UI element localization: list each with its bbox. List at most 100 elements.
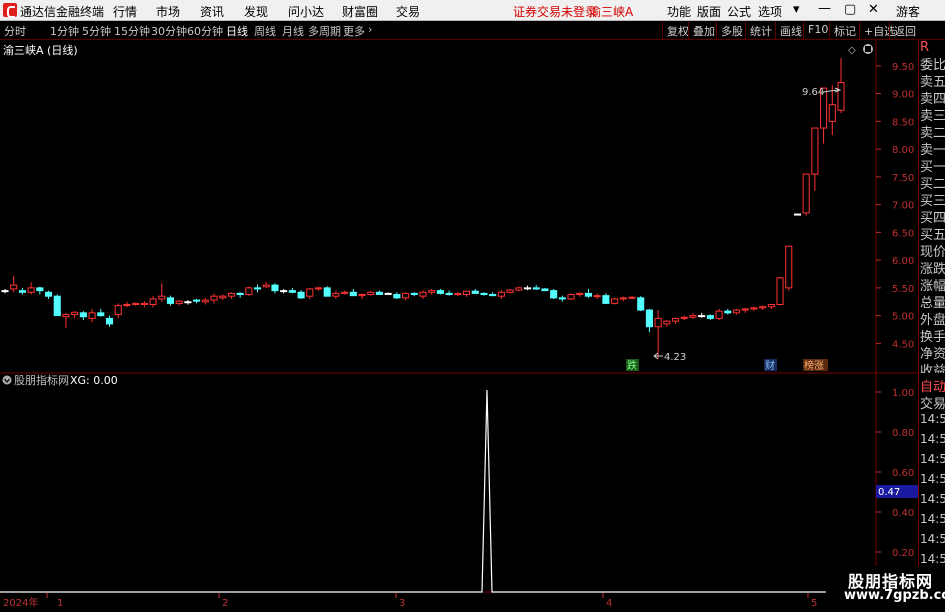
- candle-body[interactable]: [689, 315, 697, 318]
- candle-body[interactable]: [10, 284, 18, 290]
- candle-body[interactable]: [1, 290, 9, 293]
- candle-body[interactable]: [88, 312, 96, 319]
- candle-body[interactable]: [53, 295, 61, 317]
- candle-body[interactable]: [27, 287, 35, 293]
- candle-body[interactable]: [18, 290, 26, 293]
- candle-body[interactable]: [236, 292, 244, 296]
- candle-body[interactable]: [724, 310, 732, 314]
- candle-body[interactable]: [306, 288, 314, 297]
- candle-body[interactable]: [558, 297, 566, 300]
- candle-body[interactable]: [262, 284, 270, 288]
- candle-body[interactable]: [506, 289, 514, 293]
- candle-body[interactable]: [759, 306, 767, 309]
- candle-body[interactable]: [706, 315, 714, 319]
- candle-body[interactable]: [828, 104, 836, 122]
- menu-faxian[interactable]: 发现: [244, 3, 268, 20]
- candle-body[interactable]: [698, 315, 706, 318]
- candle-body[interactable]: [97, 312, 105, 317]
- candle-body[interactable]: [567, 294, 575, 300]
- candle-body[interactable]: [785, 245, 793, 289]
- diamond-icon[interactable]: ◇: [848, 45, 856, 56]
- candle-body[interactable]: [71, 311, 79, 315]
- menu-wenxiaoda[interactable]: 问小达: [288, 3, 324, 20]
- candle-body[interactable]: [280, 290, 288, 293]
- candle-body[interactable]: [36, 287, 44, 292]
- candle-body[interactable]: [680, 316, 688, 319]
- candle-body[interactable]: [611, 298, 619, 304]
- candle-body[interactable]: [436, 290, 444, 294]
- candle-body[interactable]: [750, 307, 758, 310]
- candle-body[interactable]: [515, 287, 523, 291]
- candle-body[interactable]: [454, 292, 462, 296]
- candle-body[interactable]: [367, 291, 375, 296]
- candle-body[interactable]: [201, 299, 209, 303]
- candle-body[interactable]: [715, 310, 723, 319]
- marker-die[interactable]: 跌: [627, 359, 637, 372]
- candle-body[interactable]: [123, 304, 131, 307]
- candle-body[interactable]: [332, 292, 340, 297]
- candle-body[interactable]: [802, 173, 810, 214]
- candle-body[interactable]: [523, 287, 532, 290]
- candle-body[interactable]: [471, 290, 479, 294]
- candle-body[interactable]: [732, 309, 741, 314]
- menu-hangqing[interactable]: 行情: [113, 3, 137, 20]
- period-5min[interactable]: 5分钟: [82, 23, 111, 39]
- marker-cai[interactable]: 财: [765, 359, 775, 372]
- candle-body[interactable]: [489, 294, 497, 297]
- candle-body[interactable]: [663, 320, 671, 325]
- candle-body[interactable]: [654, 317, 662, 328]
- candle-body[interactable]: [628, 296, 636, 299]
- candle-body[interactable]: [349, 291, 357, 297]
- menu-jiaoyi[interactable]: 交易: [396, 3, 420, 20]
- candle-body[interactable]: [245, 287, 253, 296]
- btn-biaoji[interactable]: 标记: [829, 22, 860, 39]
- candle-body[interactable]: [79, 312, 87, 318]
- period-monthly[interactable]: 月线: [282, 23, 304, 39]
- settings-icon[interactable]: [863, 44, 873, 54]
- btn-huaxian[interactable]: 画线: [775, 22, 806, 39]
- kline-svg[interactable]: 渝三峡A (日线) ◇ 9.50 9.00 8.50 8.00 7.50 7.00 6.50…: [0, 40, 945, 609]
- candle-body[interactable]: [219, 295, 227, 299]
- candle-body[interactable]: [637, 297, 645, 311]
- quote-r-icon[interactable]: R: [920, 40, 929, 55]
- candle-body[interactable]: [175, 300, 183, 304]
- candle-body[interactable]: [462, 290, 471, 296]
- candle-body[interactable]: [297, 291, 305, 299]
- marker-bangzhang[interactable]: 榜涨: [804, 359, 824, 372]
- candle-body[interactable]: [149, 298, 157, 306]
- candle-body[interactable]: [253, 287, 262, 290]
- period-more[interactable]: 更多: [343, 23, 365, 39]
- candle-body[interactable]: [44, 291, 53, 297]
- period-daily[interactable]: 日线: [226, 23, 248, 39]
- candle-body[interactable]: [227, 292, 235, 297]
- candle-body[interactable]: [480, 292, 488, 296]
- candle-body[interactable]: [550, 290, 558, 299]
- period-30min[interactable]: 30分钟: [151, 23, 187, 39]
- period-1min[interactable]: 1分钟: [50, 23, 79, 39]
- candle-body[interactable]: [776, 277, 784, 306]
- candle-body[interactable]: [210, 295, 218, 301]
- period-weekly[interactable]: 周线: [254, 23, 276, 39]
- candle-body[interactable]: [193, 299, 201, 302]
- btn-duogu[interactable]: 多股: [716, 22, 747, 39]
- btn-diejia[interactable]: 叠加: [688, 22, 719, 39]
- candle-body[interactable]: [767, 304, 775, 308]
- candle-body[interactable]: [445, 292, 453, 296]
- candle-body[interactable]: [837, 82, 845, 111]
- candle-body[interactable]: [105, 317, 114, 325]
- candle-body[interactable]: [323, 287, 331, 297]
- candle-body[interactable]: [741, 308, 749, 311]
- login-status[interactable]: 证券交易未登录: [513, 3, 597, 20]
- menu-gongshi[interactable]: 公式: [727, 3, 751, 20]
- btn-f10[interactable]: F10: [803, 22, 832, 39]
- candle-body[interactable]: [671, 317, 680, 322]
- menu-arrow-icon[interactable]: ▾: [793, 2, 800, 17]
- candle-body[interactable]: [402, 292, 410, 299]
- period-60min[interactable]: 60分钟: [187, 23, 223, 39]
- candle-body[interactable]: [532, 287, 540, 290]
- close-icon[interactable]: ✕: [868, 2, 879, 17]
- candle-body[interactable]: [619, 297, 627, 300]
- candle-body[interactable]: [158, 295, 166, 300]
- candle-body[interactable]: [497, 291, 505, 297]
- candle-body[interactable]: [288, 290, 296, 293]
